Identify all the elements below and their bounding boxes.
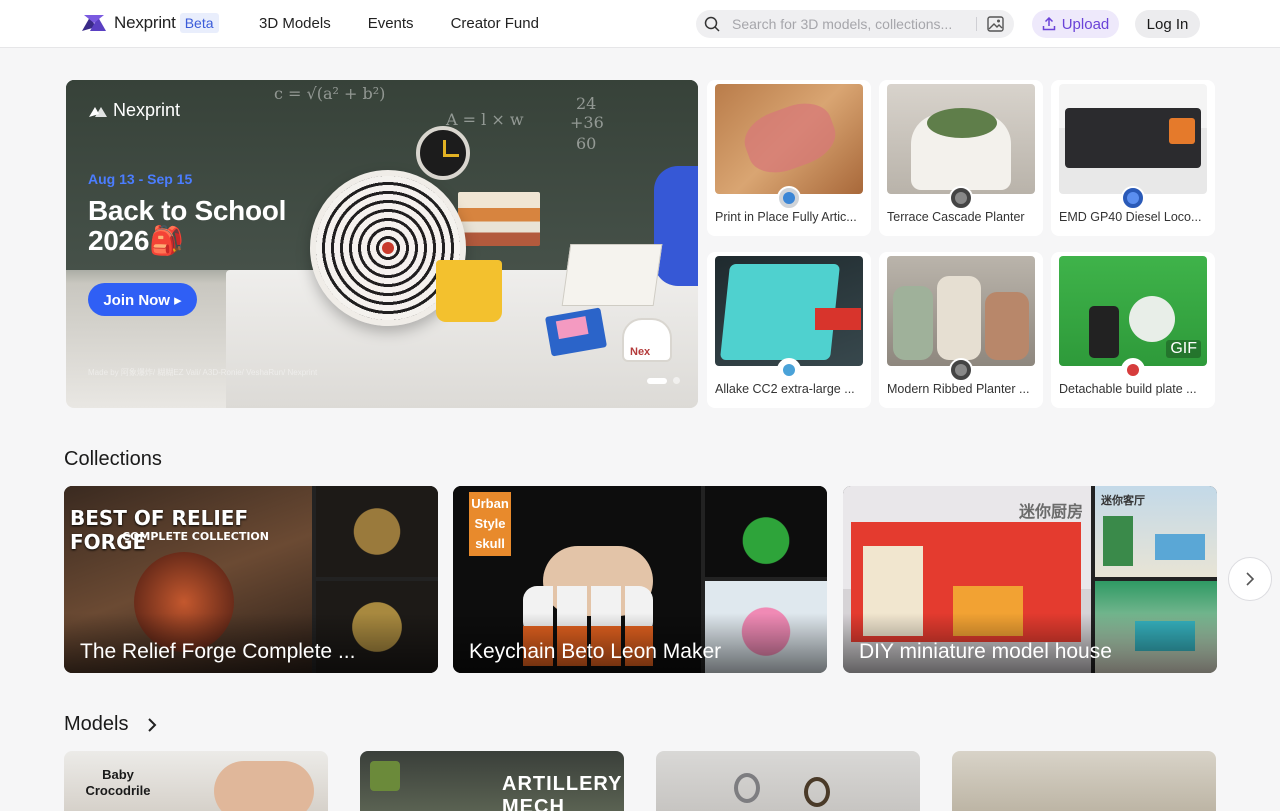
card-thumbnail	[887, 256, 1035, 366]
collection-title: DIY miniature model house	[859, 640, 1112, 663]
search-divider	[976, 17, 977, 31]
hero-banner[interactable]: c = √(a² + b²) A = l × w 24 +36 60 Nex N…	[66, 80, 698, 408]
card-title: Print in Place Fully Artic...	[715, 210, 857, 224]
upload-button[interactable]: Upload	[1032, 10, 1119, 38]
site-logo[interactable]: Nexprint Beta	[80, 13, 219, 33]
hero-dates: Aug 13 - Sep 15	[88, 171, 193, 187]
relief-art-subtitle: COMPLETE COLLECTION	[122, 530, 269, 543]
pencil-cup-art	[436, 260, 502, 322]
carousel-dot-active[interactable]	[647, 377, 667, 384]
card-thumbnail: GIF	[1059, 256, 1207, 366]
creator-avatar[interactable]	[949, 186, 973, 210]
featured-card[interactable]: Terrace Cascade Planter	[879, 80, 1043, 236]
model-card[interactable]	[656, 751, 920, 811]
hero-title-line2: 2026🎒	[88, 225, 184, 256]
collection-side-image	[316, 486, 438, 577]
nav-creator-fund[interactable]: Creator Fund	[451, 15, 539, 32]
featured-card[interactable]: GIF Detachable build plate ...	[1051, 252, 1215, 408]
collection-title: Keychain Beto Leon Maker	[469, 640, 722, 663]
hero-title: Back to School 2026🎒	[88, 196, 328, 256]
collection-card[interactable]: BEST OF RELIEF FORGE COMPLETE COLLECTION…	[64, 486, 438, 673]
featured-card[interactable]: Allake CC2 extra-large ...	[707, 252, 871, 408]
board-formula: c = √(a² + b²)	[274, 84, 386, 103]
card-title: Terrace Cascade Planter	[887, 210, 1025, 224]
mascot-cat-art: Nex	[622, 318, 672, 362]
featured-card[interactable]: Print in Place Fully Artic...	[707, 80, 871, 236]
mascot-text: Nex	[630, 346, 651, 358]
carousel-dot[interactable]	[673, 377, 680, 384]
collection-card[interactable]: 迷你厨房 迷你客厅 DIY miniature model house	[843, 486, 1217, 673]
collections-next-button[interactable]	[1228, 557, 1272, 601]
model-card[interactable]	[952, 751, 1216, 811]
collection-title: The Relief Forge Complete ...	[80, 640, 356, 663]
books-art	[458, 192, 540, 246]
collection-card[interactable]: Urban Style skull Keychain Beto Leon Mak…	[453, 486, 827, 673]
logo-icon	[89, 106, 107, 117]
collection-side-image	[705, 486, 827, 577]
hero-credit: Made by 阿象爆炸/ 糊糊EZ Vali/ A3D-Ronie/ Vesh…	[88, 368, 318, 377]
models-heading-label: Models	[64, 713, 129, 735]
main-nav: 3D Models Events Creator Fund	[259, 15, 576, 32]
hero-brand-name: Nexprint	[113, 100, 181, 120]
keychain-art-label: Urban Style skull	[469, 492, 511, 556]
search-bar	[696, 10, 1014, 38]
model-card[interactable]: ARTILLERY MECH	[360, 751, 624, 811]
creator-avatar[interactable]	[777, 186, 801, 210]
carousel-dots	[647, 377, 680, 384]
kitchen-art-label: 迷你厨房	[1018, 504, 1083, 521]
card-thumbnail	[1059, 84, 1207, 194]
card-title: Modern Ribbed Planter ...	[887, 382, 1030, 396]
models-heading[interactable]: Models	[64, 713, 158, 736]
login-button[interactable]: Log In	[1135, 10, 1200, 38]
top-header: Nexprint Beta 3D Models Events Creator F…	[0, 0, 1280, 48]
card-thumbnail	[715, 84, 863, 194]
card-title: Detachable build plate ...	[1059, 382, 1197, 396]
model-card[interactable]: Baby Crocodrile	[64, 751, 328, 811]
board-num-1: 24	[576, 94, 597, 113]
featured-card[interactable]: Modern Ribbed Planter ...	[879, 252, 1043, 408]
nav-3d-models[interactable]: 3D Models	[259, 15, 331, 32]
nav-events[interactable]: Events	[368, 15, 414, 32]
gif-badge: GIF	[1166, 340, 1201, 358]
brand-name: Nexprint	[114, 13, 176, 32]
creator-avatar[interactable]	[1121, 358, 1145, 382]
living-room-art-label: 迷你客厅	[1101, 495, 1145, 507]
collections-heading: Collections	[64, 448, 162, 470]
upload-label: Upload	[1061, 15, 1110, 33]
card-thumbnail	[715, 256, 863, 366]
hero-brand: Nexprint	[88, 100, 180, 121]
beta-badge: Beta	[179, 13, 219, 33]
chevron-right-icon	[148, 718, 157, 732]
board-num-2: +36	[570, 113, 604, 132]
card-title: EMD GP40 Diesel Loco...	[1059, 210, 1202, 224]
creator-avatar[interactable]	[1121, 186, 1145, 210]
creator-avatar[interactable]	[949, 358, 973, 382]
board-num-3: 60	[576, 134, 597, 153]
hero-title-line1: Back to School	[88, 195, 287, 226]
search-input[interactable]	[732, 14, 972, 34]
image-search-icon[interactable]	[987, 16, 1004, 32]
notebook-art	[561, 244, 663, 306]
backpack-art	[654, 166, 698, 286]
search-icon	[704, 16, 720, 32]
join-now-button[interactable]: Join Now ▸	[88, 283, 197, 316]
chevron-right-icon	[1246, 572, 1255, 586]
card-thumbnail	[887, 84, 1035, 194]
model-art-label: Baby Crocodrile	[85, 767, 151, 798]
board-area: A = l × w	[446, 110, 524, 129]
upload-icon	[1042, 17, 1055, 31]
model-art-label: ARTILLERY MECH	[502, 773, 623, 811]
card-title: Allake CC2 extra-large ...	[715, 382, 855, 396]
featured-card[interactable]: EMD GP40 Diesel Loco...	[1051, 80, 1215, 236]
creator-avatar[interactable]	[777, 358, 801, 382]
collection-side-image: 迷你客厅	[1095, 486, 1217, 577]
logo-icon	[82, 15, 106, 31]
clock-art	[416, 126, 470, 180]
